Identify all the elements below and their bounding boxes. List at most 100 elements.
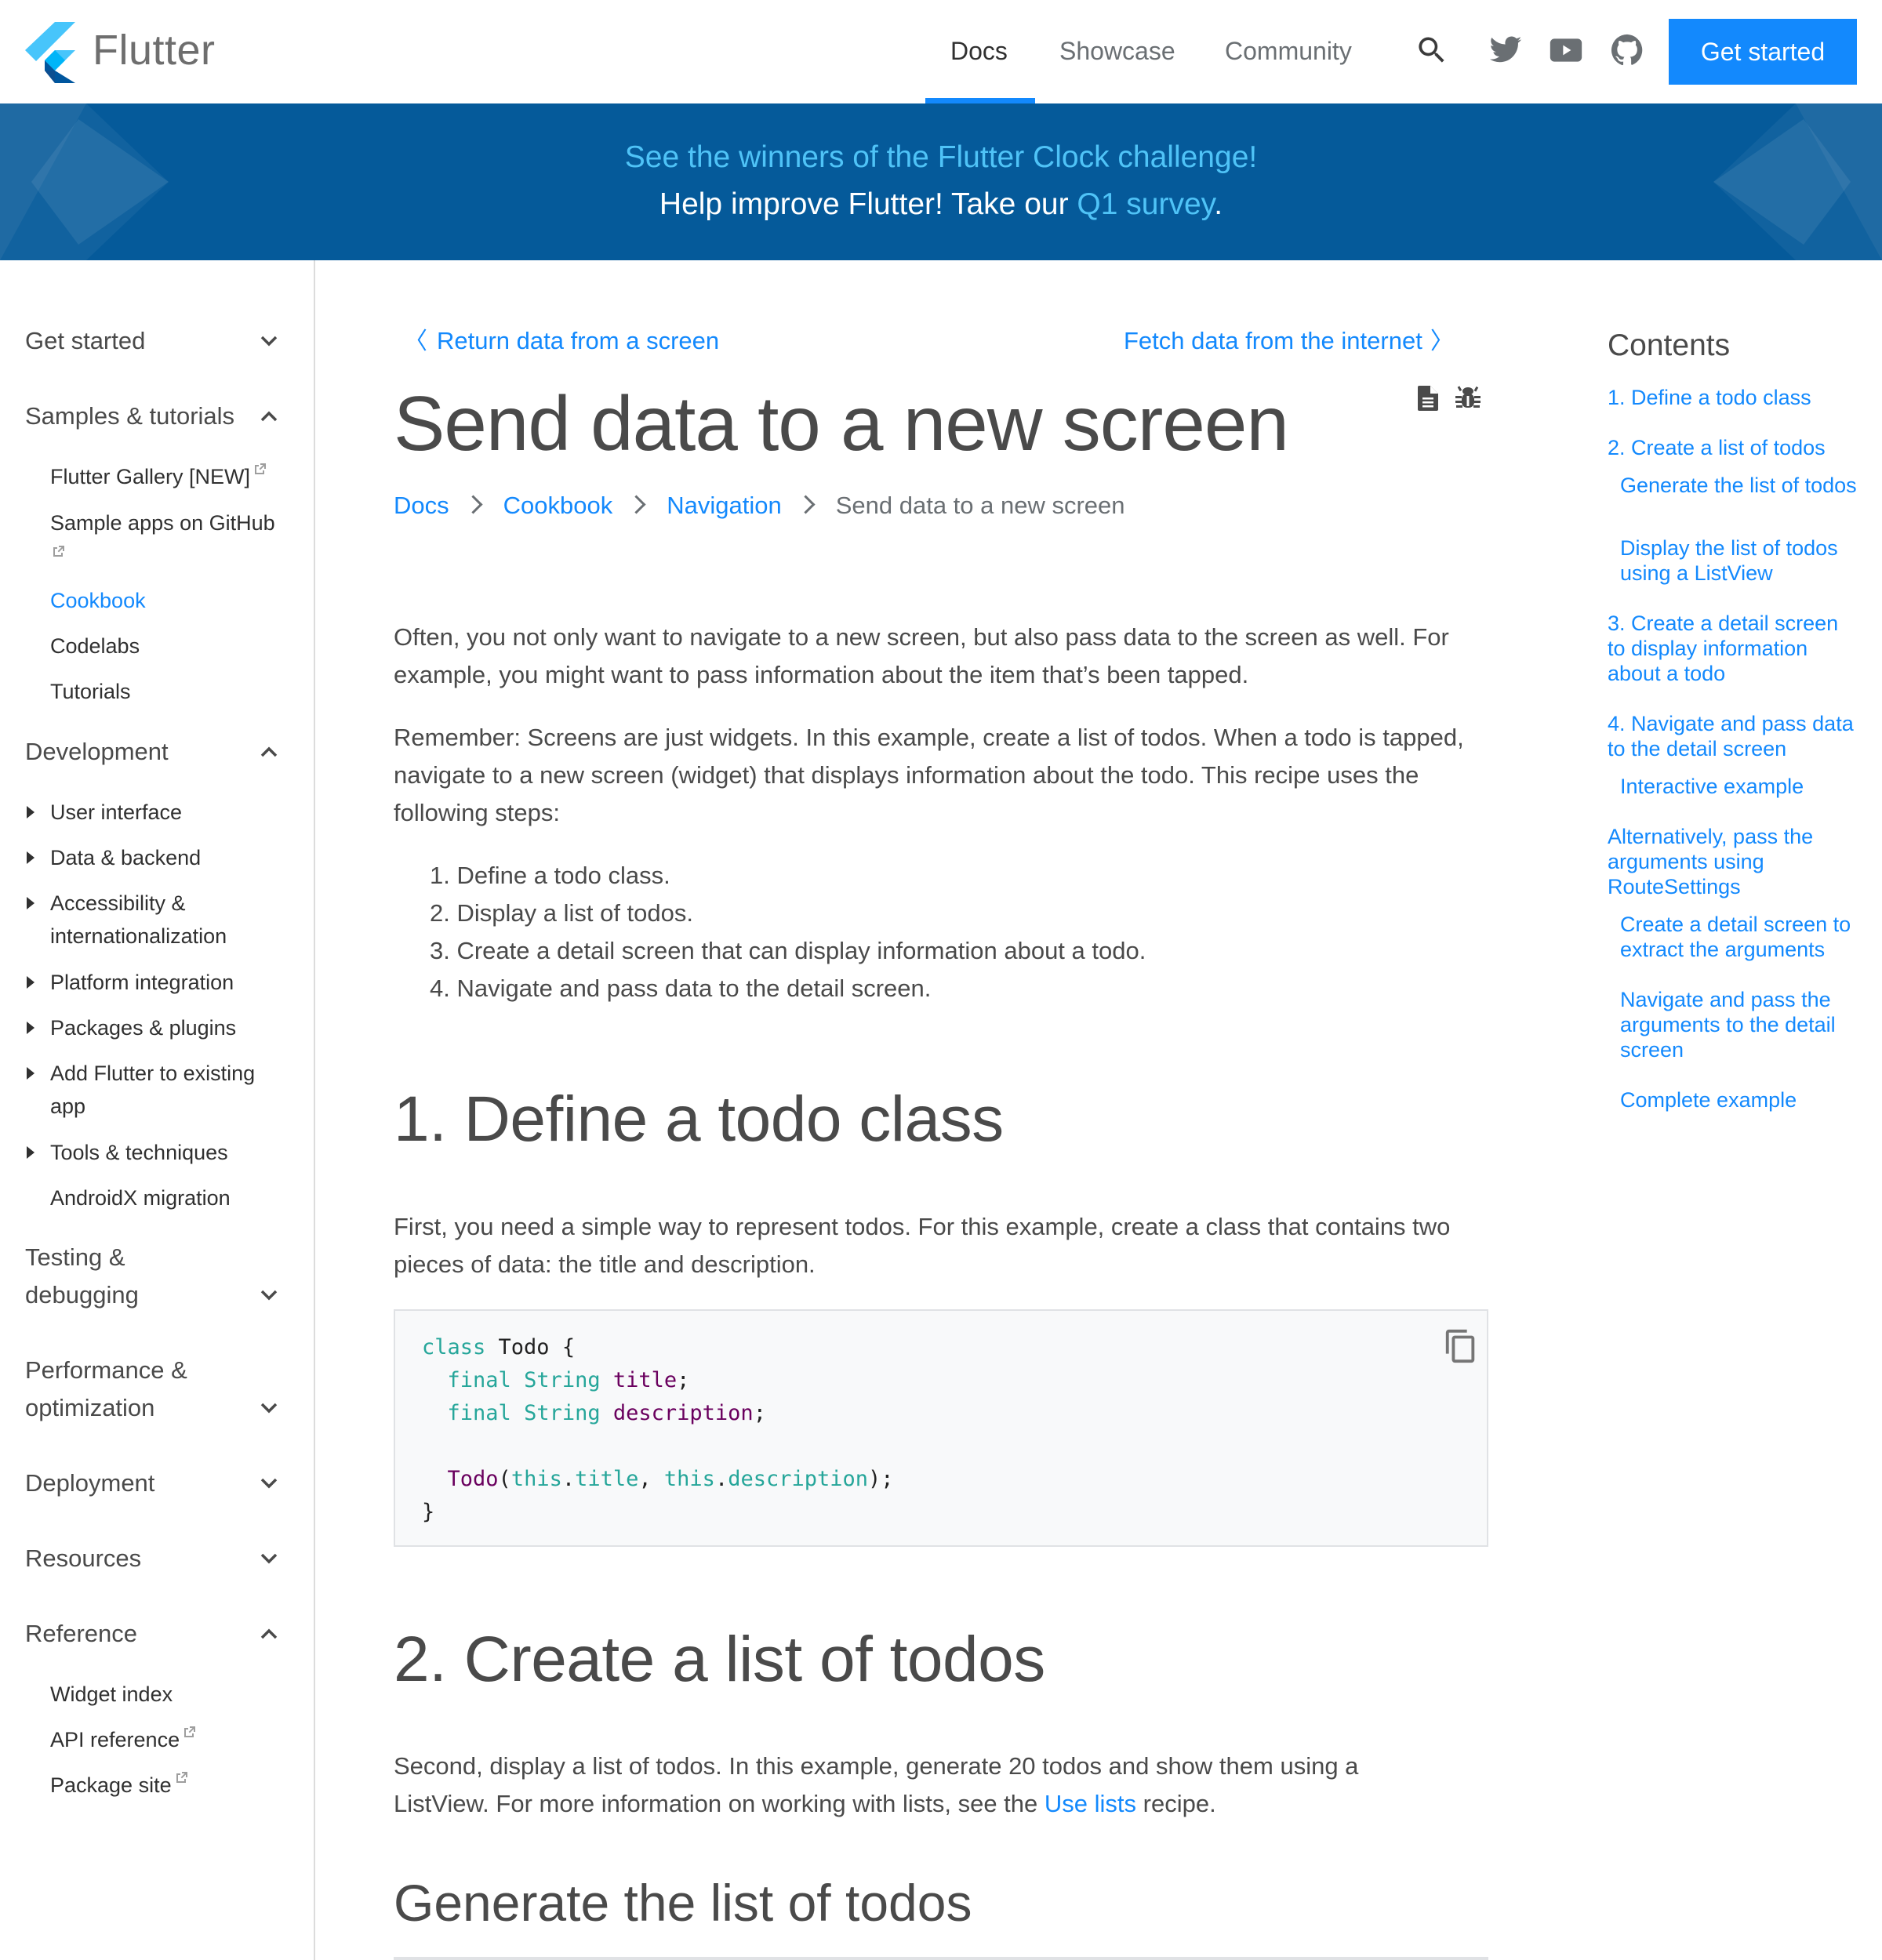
sidebar-section-get-started[interactable]: Get started — [25, 322, 260, 360]
sidebar-item-accessibility[interactable]: Accessibility & internationalization — [50, 887, 270, 953]
sidebar-section-samples[interactable]: Samples & tutorials — [25, 397, 260, 435]
chevron-up-icon[interactable] — [257, 408, 281, 424]
create-paragraph: Second, display a list of todos. In this… — [394, 1748, 1437, 1823]
sidebar-item-add-flutter[interactable]: Add Flutter to existing app — [50, 1057, 274, 1123]
prev-page-label: Return data from a screen — [437, 327, 720, 354]
list-item: 1. Define a todo class. — [430, 862, 670, 889]
nav-community[interactable]: Community — [1225, 31, 1352, 71]
sidebar-section-testing[interactable]: Testing & debugging — [25, 1239, 182, 1314]
breadcrumb: Docs Cookbook Navigation Send data to a new… — [394, 488, 1125, 523]
next-page-label: Fetch data from the internet — [1124, 327, 1422, 354]
nav-docs[interactable]: Docs — [950, 31, 1008, 71]
banner-left-decoration-icon — [0, 103, 169, 260]
toc-item[interactable]: Interactive example — [1620, 774, 1859, 799]
survey-link[interactable]: Q1 survey — [1077, 187, 1214, 221]
sidebar-item-package-site[interactable]: Package site — [50, 1769, 285, 1802]
sidebar-item-tutorials[interactable]: Tutorials — [50, 675, 285, 708]
toc-item[interactable]: Display the list of todos using a ListVi… — [1620, 535, 1859, 586]
external-link-icon — [176, 1772, 187, 1783]
next-page-link[interactable]: Fetch data from the internet 〉 — [1124, 324, 1454, 359]
expand-triangle-icon[interactable] — [27, 1146, 35, 1159]
sidebar-item-packages-plugins[interactable]: Packages & plugins — [50, 1011, 285, 1044]
youtube-icon[interactable] — [1549, 33, 1583, 67]
toc-item[interactable]: Complete example — [1620, 1087, 1859, 1112]
nav-showcase[interactable]: Showcase — [1059, 31, 1175, 71]
sidebar-item-codelabs[interactable]: Codelabs — [50, 630, 285, 662]
bug-report-icon[interactable] — [1455, 386, 1481, 411]
prev-page-link[interactable]: 〈 Return data from a screen — [404, 324, 719, 359]
toc-item[interactable]: 4. Navigate and pass data to the detail … — [1608, 711, 1858, 761]
chevron-down-icon[interactable] — [257, 1287, 281, 1303]
announcement-banner: See the winners of the Flutter Clock cha… — [0, 103, 1882, 260]
chevron-left-icon: 〈 — [404, 328, 427, 354]
create-paragraph-suffix: recipe. — [1136, 1790, 1216, 1817]
twitter-icon[interactable] — [1488, 33, 1523, 67]
survey-text: Help improve Flutter! Take our Q1 survey… — [0, 185, 1882, 224]
sidebar-item-androidx[interactable]: AndroidX migration — [50, 1181, 285, 1214]
heading-generate-list: Generate the list of todos — [394, 1874, 972, 1932]
heading-create-list: 2. Create a list of todos — [394, 1624, 1045, 1695]
code-block-top-edge — [394, 1957, 1488, 1960]
chevron-down-icon[interactable] — [257, 333, 281, 349]
sidebar-item-cookbook[interactable]: Cookbook — [50, 584, 285, 617]
sidebar-item-platform-integration[interactable]: Platform integration — [50, 966, 285, 999]
breadcrumb-cookbook[interactable]: Cookbook — [503, 492, 613, 519]
intro-paragraph-1: Often, you not only want to navigate to … — [394, 623, 1449, 688]
external-link-icon — [53, 546, 64, 557]
sidebar-item-sample-apps[interactable]: Sample apps on GitHub — [50, 506, 285, 572]
search-icon[interactable] — [1415, 33, 1449, 67]
toc-item[interactable]: Navigate and pass the arguments to the d… — [1620, 987, 1859, 1062]
sidebar-item-api-reference[interactable]: API reference — [50, 1723, 285, 1756]
brand-name[interactable]: Flutter — [93, 25, 216, 75]
expand-triangle-icon[interactable] — [27, 851, 35, 864]
site-header: Flutter Docs Showcase Community Get star… — [0, 0, 1882, 103]
expand-triangle-icon[interactable] — [27, 897, 35, 909]
toc-item[interactable]: 2. Create a list of todos — [1608, 435, 1858, 460]
toc-item[interactable]: Generate the list of todos — [1620, 473, 1859, 498]
sidebar-section-reference[interactable]: Reference — [25, 1615, 260, 1653]
expand-triangle-icon[interactable] — [27, 976, 35, 989]
breadcrumb-navigation[interactable]: Navigation — [667, 492, 781, 519]
toc-item[interactable]: Create a detail screen to extract the ar… — [1620, 912, 1859, 962]
sidebar-section-deployment[interactable]: Deployment — [25, 1465, 260, 1502]
sidebar-item-widget-index[interactable]: Widget index — [50, 1678, 285, 1711]
sidebar-item-flutter-gallery[interactable]: Flutter Gallery [NEW] — [50, 460, 285, 493]
expand-triangle-icon[interactable] — [27, 1067, 35, 1080]
toc-item[interactable]: 1. Define a todo class — [1608, 385, 1858, 410]
chevron-down-icon[interactable] — [257, 1400, 281, 1416]
clock-challenge-link[interactable]: See the winners of the Flutter Clock cha… — [625, 140, 1257, 174]
chevron-right-icon — [796, 495, 816, 514]
sidebar-section-development[interactable]: Development — [25, 733, 260, 771]
sidebar-item-tools-techniques[interactable]: Tools & techniques — [50, 1136, 285, 1169]
code-content: class Todo { final String title; final S… — [422, 1331, 894, 1529]
use-lists-link[interactable]: Use lists — [1045, 1790, 1136, 1817]
breadcrumb-docs[interactable]: Docs — [394, 492, 449, 519]
toc-title: Contents — [1608, 328, 1731, 362]
chevron-down-icon[interactable] — [257, 1475, 281, 1491]
expand-triangle-icon[interactable] — [27, 1022, 35, 1034]
banner-right-decoration-icon — [1713, 103, 1882, 260]
get-started-button[interactable]: Get started — [1669, 19, 1857, 85]
toc-item[interactable]: 3. Create a detail screen to display inf… — [1608, 611, 1858, 686]
sidebar-item-data-backend[interactable]: Data & backend — [50, 841, 285, 874]
code-line: class Todo { — [422, 1335, 576, 1359]
chevron-down-icon[interactable] — [257, 1551, 281, 1566]
toc-item[interactable]: Alternatively, pass the arguments using … — [1608, 824, 1858, 899]
code-line: final String title; — [447, 1368, 690, 1392]
sidebar-item-label: API reference — [50, 1728, 180, 1751]
chevron-up-icon[interactable] — [257, 744, 281, 760]
chevron-up-icon[interactable] — [257, 1626, 281, 1642]
flutter-logo-icon[interactable] — [24, 22, 75, 83]
survey-suffix: . — [1214, 187, 1223, 221]
copy-icon[interactable] — [1443, 1327, 1479, 1366]
expand-triangle-icon[interactable] — [27, 806, 35, 818]
sidebar-section-performance[interactable]: Performance & optimization — [25, 1352, 213, 1427]
sidebar-section-resources[interactable]: Resources — [25, 1540, 260, 1577]
breadcrumb-current: Send data to a new screen — [835, 492, 1125, 519]
survey-prefix: Help improve Flutter! Take our — [659, 187, 1077, 221]
chevron-right-icon: 〉 — [1430, 328, 1454, 354]
sidebar-item-user-interface[interactable]: User interface — [50, 796, 285, 829]
page-source-icon[interactable] — [1418, 386, 1438, 411]
code-line: Todo(this.title, this.description); — [447, 1467, 894, 1491]
github-icon[interactable] — [1610, 33, 1644, 67]
